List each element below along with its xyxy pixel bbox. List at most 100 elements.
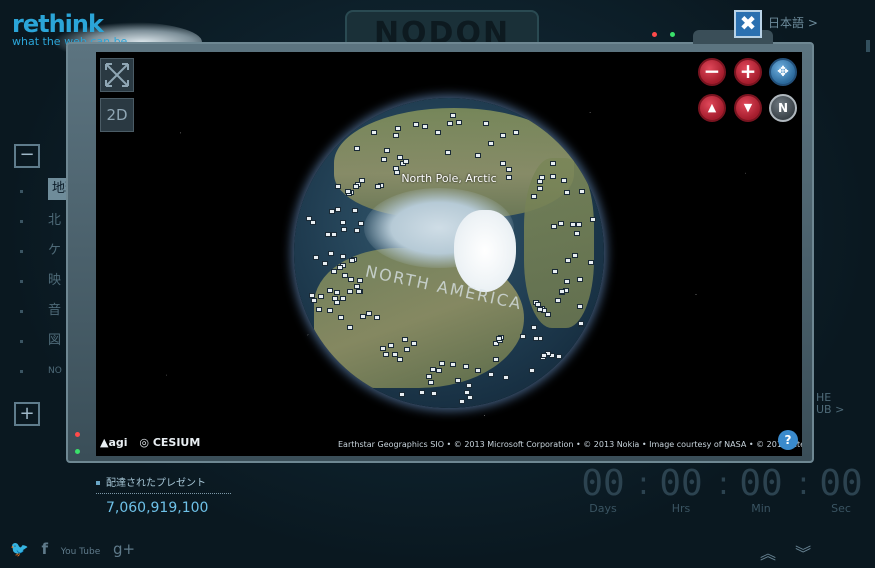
globe[interactable]: North Pole, Arctic NORTH AMERICA bbox=[294, 98, 604, 408]
city-marker[interactable] bbox=[381, 156, 388, 162]
city-marker[interactable] bbox=[421, 123, 428, 129]
city-marker[interactable] bbox=[340, 253, 347, 259]
city-marker[interactable] bbox=[397, 356, 404, 362]
city-marker[interactable] bbox=[532, 335, 539, 341]
sidebar-collapse-button[interactable]: − bbox=[14, 144, 40, 168]
city-marker[interactable] bbox=[456, 120, 463, 126]
city-marker[interactable] bbox=[563, 190, 570, 196]
city-marker[interactable] bbox=[383, 147, 390, 153]
city-marker[interactable] bbox=[336, 265, 343, 271]
city-marker[interactable] bbox=[439, 361, 446, 367]
city-marker[interactable] bbox=[317, 294, 324, 300]
city-marker[interactable] bbox=[530, 325, 537, 331]
hub-link[interactable]: HE UB > bbox=[816, 392, 844, 416]
city-marker[interactable] bbox=[347, 324, 354, 330]
city-marker[interactable] bbox=[496, 335, 503, 341]
city-marker[interactable] bbox=[328, 251, 335, 257]
city-marker[interactable] bbox=[404, 347, 411, 353]
city-marker[interactable] bbox=[338, 314, 345, 320]
city-marker[interactable] bbox=[467, 395, 474, 401]
city-marker[interactable] bbox=[465, 383, 472, 389]
city-marker[interactable] bbox=[334, 289, 341, 295]
city-marker[interactable] bbox=[365, 310, 372, 316]
city-marker[interactable] bbox=[410, 341, 417, 347]
city-marker[interactable] bbox=[482, 121, 489, 127]
city-marker[interactable] bbox=[435, 130, 442, 136]
city-marker[interactable] bbox=[340, 227, 347, 233]
city-marker[interactable] bbox=[519, 334, 526, 340]
city-marker[interactable] bbox=[551, 268, 558, 274]
city-marker[interactable] bbox=[374, 314, 381, 320]
city-marker[interactable] bbox=[430, 366, 437, 372]
north-button[interactable]: N bbox=[769, 94, 797, 122]
city-marker[interactable] bbox=[398, 391, 405, 397]
googleplus-icon[interactable]: g+ bbox=[113, 540, 135, 558]
city-marker[interactable] bbox=[313, 255, 320, 261]
city-marker[interactable] bbox=[351, 207, 358, 213]
city-marker[interactable] bbox=[492, 356, 499, 362]
city-marker[interactable] bbox=[502, 374, 509, 380]
city-marker[interactable] bbox=[427, 380, 434, 386]
city-marker[interactable] bbox=[578, 321, 585, 327]
sidebar-expand-button[interactable]: + bbox=[14, 402, 40, 426]
city-marker[interactable] bbox=[474, 368, 481, 373]
city-marker[interactable] bbox=[331, 231, 338, 237]
pan-button[interactable]: ✥ bbox=[769, 58, 797, 86]
city-marker[interactable] bbox=[315, 306, 322, 312]
city-marker[interactable] bbox=[392, 165, 399, 171]
city-marker[interactable] bbox=[371, 130, 378, 136]
city-marker[interactable] bbox=[560, 178, 567, 184]
help-button[interactable]: ? bbox=[778, 430, 798, 450]
city-marker[interactable] bbox=[334, 184, 341, 190]
city-marker[interactable] bbox=[558, 289, 565, 295]
city-marker[interactable] bbox=[487, 372, 494, 378]
nav-down-icon[interactable]: ︾ bbox=[795, 544, 811, 563]
city-marker[interactable] bbox=[454, 378, 461, 384]
city-marker[interactable] bbox=[329, 208, 336, 214]
city-marker[interactable] bbox=[590, 217, 597, 223]
tilt-down-button[interactable]: ▼ bbox=[734, 94, 762, 122]
city-marker[interactable] bbox=[418, 390, 425, 396]
fullscreen-button[interactable] bbox=[100, 58, 134, 92]
tilt-up-button[interactable]: ▲ bbox=[698, 94, 726, 122]
city-marker[interactable] bbox=[393, 132, 400, 138]
city-marker[interactable] bbox=[402, 337, 409, 343]
city-marker[interactable] bbox=[388, 342, 395, 348]
city-marker[interactable] bbox=[325, 231, 332, 237]
city-marker[interactable] bbox=[576, 276, 583, 282]
city-marker[interactable] bbox=[474, 153, 481, 159]
city-marker[interactable] bbox=[530, 193, 537, 199]
city-marker[interactable] bbox=[574, 231, 581, 237]
city-marker[interactable] bbox=[558, 221, 565, 227]
city-marker[interactable] bbox=[444, 150, 451, 156]
city-marker[interactable] bbox=[541, 353, 547, 359]
youtube-icon[interactable]: You Tube bbox=[61, 547, 100, 557]
city-marker[interactable] bbox=[340, 296, 347, 302]
city-marker[interactable] bbox=[326, 287, 333, 293]
city-marker[interactable] bbox=[311, 297, 318, 303]
city-marker[interactable] bbox=[536, 186, 543, 192]
page-scrollbar[interactable] bbox=[866, 40, 870, 52]
city-marker[interactable] bbox=[353, 184, 360, 190]
city-marker[interactable] bbox=[528, 367, 535, 373]
city-marker[interactable] bbox=[556, 353, 563, 359]
city-marker[interactable] bbox=[463, 390, 470, 396]
city-marker[interactable] bbox=[499, 160, 506, 166]
city-marker[interactable] bbox=[500, 132, 507, 138]
city-marker[interactable] bbox=[544, 312, 551, 318]
city-marker[interactable] bbox=[435, 368, 442, 374]
twitter-icon[interactable]: 🐦 bbox=[10, 540, 29, 558]
city-marker[interactable] bbox=[402, 159, 409, 165]
city-marker[interactable] bbox=[572, 253, 579, 259]
city-marker[interactable] bbox=[331, 269, 338, 275]
city-marker[interactable] bbox=[344, 189, 351, 195]
city-marker[interactable] bbox=[512, 130, 519, 136]
city-marker[interactable] bbox=[550, 160, 557, 166]
city-marker[interactable] bbox=[412, 122, 419, 128]
city-marker[interactable] bbox=[563, 278, 570, 284]
city-marker[interactable] bbox=[382, 351, 389, 357]
city-marker[interactable] bbox=[575, 221, 582, 227]
city-marker[interactable] bbox=[358, 220, 365, 226]
city-marker[interactable] bbox=[359, 313, 366, 319]
city-marker[interactable] bbox=[550, 223, 557, 229]
